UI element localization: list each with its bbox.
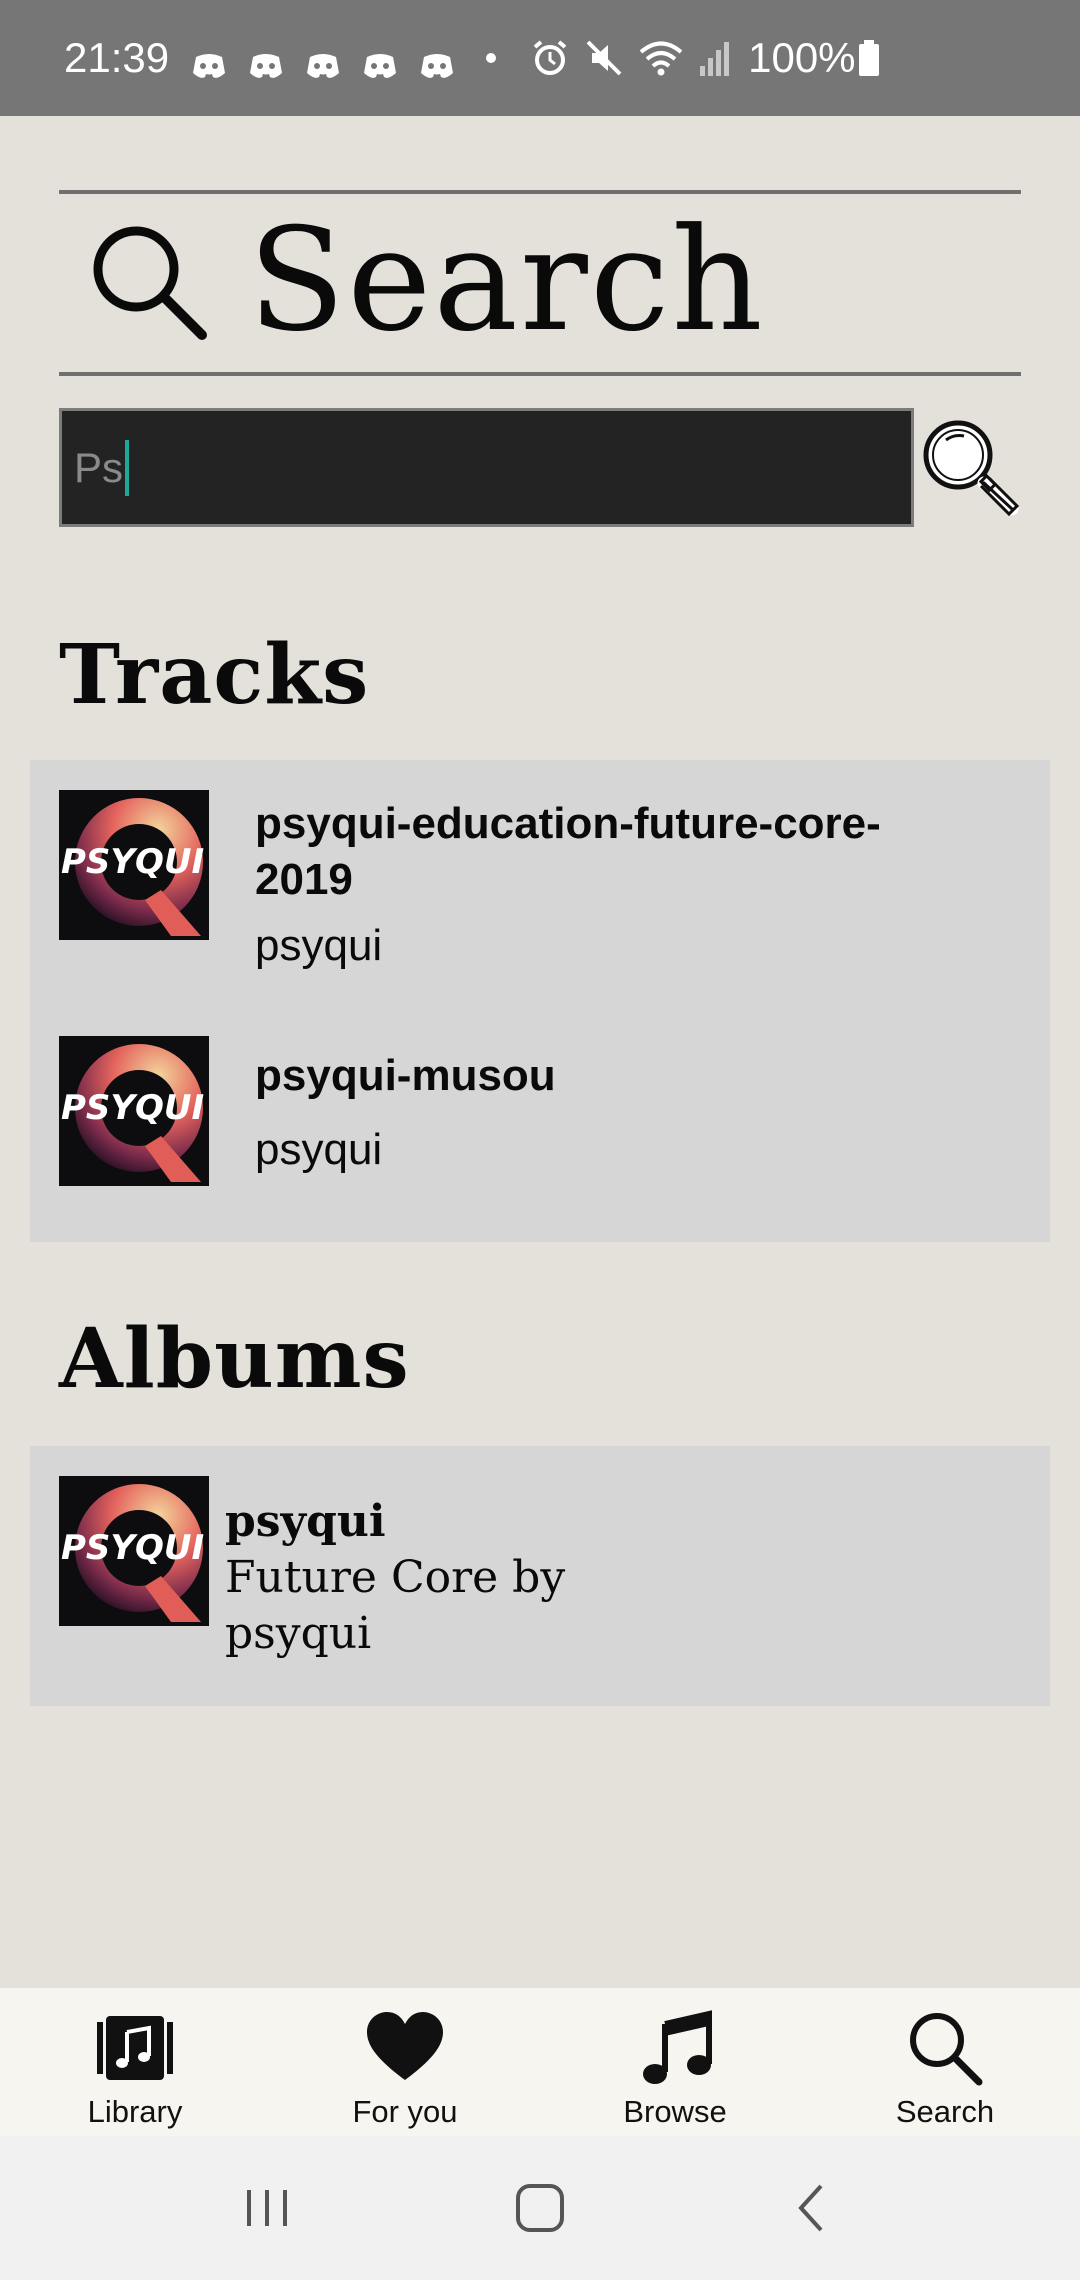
album-item[interactable]: PSYQUI psyqui Future Core by psyqui — [30, 1446, 1050, 1706]
search-input[interactable]: Ps — [59, 408, 914, 527]
signal-icon — [700, 42, 730, 76]
text-caret — [125, 439, 130, 496]
status-right: 100% — [530, 34, 895, 82]
status-time: 21:39 — [64, 34, 170, 81]
nav-library[interactable]: Library — [0, 1988, 270, 2136]
tracks-list: PSYQUI psyqui-education-future-core-2019… — [30, 760, 1050, 1242]
album-art: PSYQUI — [59, 1036, 209, 1186]
nav-search-label: Search — [895, 2094, 995, 2129]
home-icon[interactable] — [510, 2178, 570, 2238]
album-art-text: PSYQUI — [61, 1088, 204, 1128]
album-art-text: PSYQUI — [61, 842, 204, 882]
nav-browse[interactable]: Browse — [540, 1988, 810, 2136]
discord-icon — [305, 43, 341, 78]
album-art-text: PSYQUI — [61, 1528, 204, 1568]
more-notifications-dot — [486, 53, 497, 63]
back-icon[interactable] — [783, 2178, 843, 2238]
nav-browse-label: Browse — [623, 2094, 727, 2129]
discord-icon — [248, 43, 284, 78]
track-title: psyqui-education-future-core-2019 — [255, 799, 881, 904]
heart-icon — [367, 2012, 443, 2080]
discord-icon — [362, 43, 398, 78]
search-icon — [93, 226, 207, 340]
magnifier-icon — [923, 420, 1020, 517]
recents-icon[interactable] — [237, 2178, 297, 2238]
album-subtitle: Future Core by psyqui — [225, 1552, 566, 1659]
header-bottom-rule — [59, 372, 1021, 376]
tracks-heading: Tracks — [59, 627, 370, 723]
album-title: psyqui — [225, 1496, 386, 1547]
battery-percent: 100% — [748, 34, 856, 81]
albums-heading: Albums — [59, 1311, 410, 1407]
search-button[interactable] — [916, 415, 1020, 519]
discord-icon — [191, 43, 227, 78]
status-left: 21:39 — [64, 34, 530, 82]
status-bar: 21:39 100% — [0, 0, 1080, 116]
track-item[interactable]: PSYQUI psyqui-musou psyqui — [30, 996, 1050, 1242]
search-input-value: Ps — [74, 443, 124, 491]
wifi-icon — [639, 41, 683, 76]
library-icon — [97, 2016, 173, 2080]
system-navigation — [0, 2136, 1080, 2280]
header-top-rule — [59, 190, 1021, 194]
track-artist: psyqui — [255, 921, 383, 970]
battery-icon — [858, 40, 879, 76]
nav-search[interactable]: Search — [810, 1988, 1080, 2136]
album-art: PSYQUI — [59, 790, 209, 940]
track-item[interactable]: PSYQUI psyqui-education-future-core-2019… — [30, 760, 1050, 996]
search-icon — [910, 2013, 983, 2086]
page-title: Search — [248, 198, 765, 363]
page-header: Search — [86, 210, 765, 352]
bottom-navigation: Library For you Browse Search — [0, 1988, 1080, 2136]
track-title: psyqui-musou — [255, 1051, 556, 1100]
nav-for-you[interactable]: For you — [270, 1988, 540, 2136]
nav-for-you-label: For you — [352, 2094, 458, 2129]
album-art: PSYQUI — [59, 1476, 209, 1626]
alarm-icon — [533, 40, 567, 75]
music-note-icon — [643, 2010, 712, 2084]
nav-library-label: Library — [87, 2094, 183, 2129]
albums-list: PSYQUI psyqui Future Core by psyqui — [30, 1446, 1050, 1706]
discord-icon — [419, 43, 455, 78]
mute-icon — [586, 40, 622, 76]
track-artist: psyqui — [255, 1125, 383, 1174]
